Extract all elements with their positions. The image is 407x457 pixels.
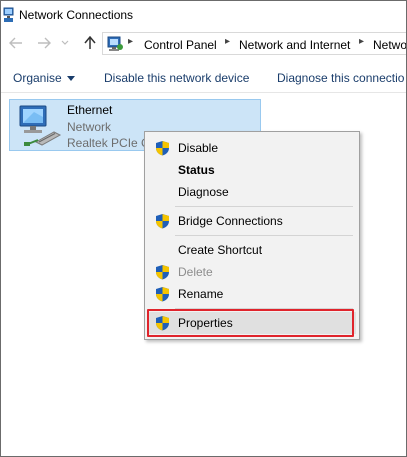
breadcrumb-control-panel[interactable]: Control Panel	[144, 38, 217, 52]
breadcrumb-network-and-internet[interactable]: Network and Internet	[239, 38, 350, 52]
network-connections-window: Network Connections ▸ Control Panel ▸ Ne…	[0, 0, 407, 457]
menu-separator	[175, 235, 353, 236]
connection-status: Network	[67, 120, 112, 134]
address-row: ▸ Control Panel ▸ Network and Internet ▸…	[1, 31, 406, 57]
connection-device: Realtek PCIe G	[67, 136, 151, 150]
recent-locations-chevron-icon[interactable]	[59, 33, 71, 53]
diagnose-connection-button[interactable]: Diagnose this connectio	[277, 71, 404, 85]
control-panel-icon	[107, 35, 124, 52]
breadcrumb-separator-icon: ▸	[128, 36, 134, 47]
organise-menu-button[interactable]: Organise	[13, 71, 75, 85]
uac-shield-icon	[155, 264, 170, 280]
menu-item-label: Diagnose	[178, 185, 229, 199]
uac-shield-icon	[155, 286, 170, 302]
window-title: Network Connections	[19, 8, 134, 22]
up-arrow-icon[interactable]	[81, 33, 99, 53]
menu-item-status[interactable]: Status	[148, 159, 356, 181]
menu-item-disable[interactable]: Disable	[148, 137, 356, 159]
menu-separator	[175, 206, 353, 207]
command-toolbar: Organise Disable this network device Dia…	[1, 63, 406, 93]
menu-item-delete: Delete	[148, 261, 356, 283]
chevron-down-icon	[66, 76, 75, 82]
back-arrow-icon[interactable]	[7, 33, 25, 53]
menu-item-rename[interactable]: Rename	[148, 283, 356, 305]
menu-item-label: Create Shortcut	[178, 243, 263, 257]
forward-arrow-icon[interactable]	[35, 33, 53, 53]
connection-name: Ethernet	[67, 103, 113, 117]
breadcrumb-network-connections[interactable]: Netwo	[373, 38, 406, 52]
address-bar[interactable]: ▸ Control Panel ▸ Network and Internet ▸…	[102, 32, 406, 55]
breadcrumb-separator-icon: ▸	[359, 36, 365, 47]
disable-device-button[interactable]: Disable this network device	[104, 71, 249, 85]
title-bar: Network Connections	[1, 1, 406, 29]
menu-item-diagnose[interactable]: Diagnose	[148, 181, 356, 203]
menu-item-bridge-connections[interactable]: Bridge Connections	[148, 210, 356, 232]
menu-item-label: Bridge Connections	[178, 214, 283, 228]
menu-item-label: Delete	[178, 265, 213, 279]
menu-item-create-shortcut[interactable]: Create Shortcut	[148, 239, 356, 261]
menu-item-label: Rename	[178, 287, 224, 301]
menu-item-label: Disable	[178, 141, 219, 155]
uac-shield-icon	[155, 140, 170, 156]
menu-item-label: Status	[178, 163, 215, 177]
properties-highlight-box	[147, 309, 354, 337]
organise-label: Organise	[13, 71, 62, 85]
network-connections-app-icon	[3, 7, 15, 23]
breadcrumb-separator-icon: ▸	[225, 36, 231, 47]
uac-shield-icon	[155, 213, 170, 229]
ethernet-adapter-icon	[14, 104, 62, 148]
